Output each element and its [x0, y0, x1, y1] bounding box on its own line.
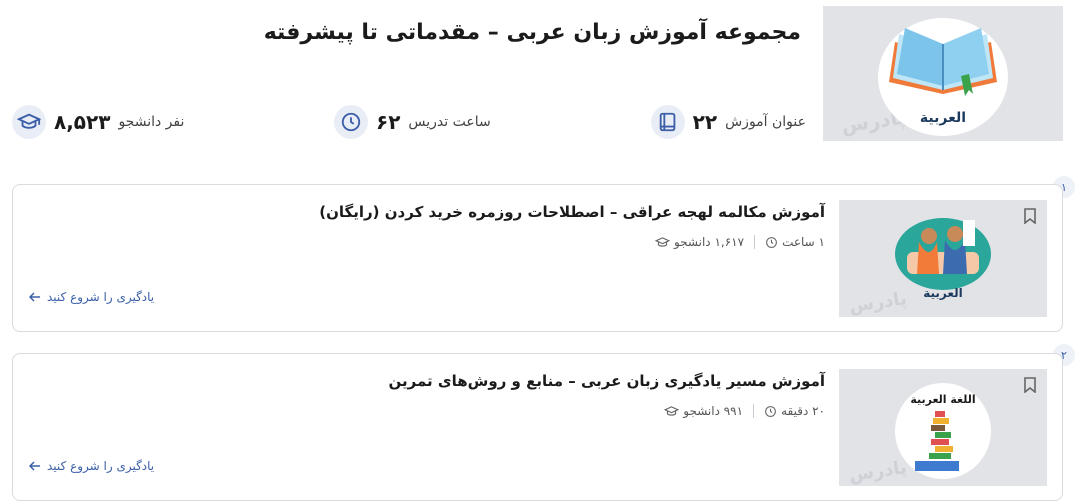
stat-hours: ۶۲ ساعت تدریس	[334, 104, 491, 140]
clock-icon	[334, 105, 368, 139]
course-thumbnail[interactable]: پادرس العربية	[839, 200, 1047, 317]
bookmark-icon[interactable]	[1023, 208, 1037, 228]
bookmark-icon[interactable]	[1023, 377, 1037, 397]
stacked-books-illustration	[915, 411, 959, 471]
watermark: پادرس	[847, 457, 909, 486]
start-learning-label: یادگیری را شروع کنید	[47, 290, 155, 304]
divider	[753, 404, 755, 418]
thumbnail-label: العربية	[923, 286, 963, 300]
book-icon	[650, 105, 685, 139]
course-meta: ۹۹۱ دانشجو ۲۰ دقیقه	[664, 404, 825, 418]
students-text: ۱,۶۱۷ دانشجو	[673, 235, 745, 249]
page-title: مجموعه آموزش زبان عربی – مقدماتی تا پیشر…	[263, 20, 801, 45]
students-count: ۱,۶۱۷ دانشجو	[654, 235, 745, 249]
stat-label: نفر دانشجو	[118, 114, 185, 130]
thumbnail-label: اللغة العربية	[910, 393, 976, 406]
students-text: ۹۹۱ دانشجو	[683, 404, 744, 418]
arrow-left-icon	[29, 461, 40, 471]
start-learning-link[interactable]: یادگیری را شروع کنید	[29, 459, 154, 473]
duration: ۲۰ دقیقه	[764, 404, 825, 418]
graduation-cap-icon	[664, 405, 680, 416]
collection-cover-image: پادرس العربية	[823, 6, 1063, 141]
students-count: ۹۹۱ دانشجو	[664, 404, 743, 418]
start-learning-label: یادگیری را شروع کنید	[47, 459, 155, 473]
course-card[interactable]: پادرس العربية آموزش مکالمه لهجه عراقی – …	[12, 184, 1063, 332]
divider	[754, 235, 756, 249]
graduation-cap-icon	[12, 105, 46, 139]
course-meta: ۱,۶۱۷ دانشجو ۱ ساعت	[654, 235, 825, 249]
stat-label: عنوان آموزش	[725, 114, 806, 130]
stat-number: ۶۲	[376, 110, 401, 134]
duration: ۱ ساعت	[765, 235, 825, 249]
stat-courses: ۲۲ عنوان آموزش	[650, 104, 806, 140]
course-title[interactable]: آموزش مکالمه لهجه عراقی – اصطلاحات روزمر…	[319, 203, 825, 221]
stat-students: ۸,۵۲۳ نفر دانشجو	[12, 104, 184, 140]
course-title[interactable]: آموزش مسیر یادگیری زبان عربی – منابع و ر…	[389, 372, 825, 390]
clock-icon	[766, 236, 777, 248]
arrow-left-icon	[29, 292, 40, 302]
stat-label: ساعت تدریس	[408, 114, 491, 130]
start-learning-link[interactable]: یادگیری را شروع کنید	[29, 290, 154, 304]
graduation-cap-icon	[654, 236, 670, 247]
duration-text: ۱ ساعت	[782, 235, 825, 249]
course-thumbnail[interactable]: پادرس اللغة العربية	[839, 369, 1047, 486]
cover-label: العربية	[919, 110, 967, 126]
clock-icon	[765, 405, 776, 417]
course-card[interactable]: پادرس اللغة العربية آموزش مسیر یادگیری ز…	[12, 353, 1063, 501]
open-book-illustration	[889, 28, 997, 96]
stat-number: ۸,۵۲۳	[54, 110, 111, 134]
stat-number: ۲۲	[692, 110, 718, 134]
duration-text: ۲۰ دقیقه	[781, 404, 825, 418]
